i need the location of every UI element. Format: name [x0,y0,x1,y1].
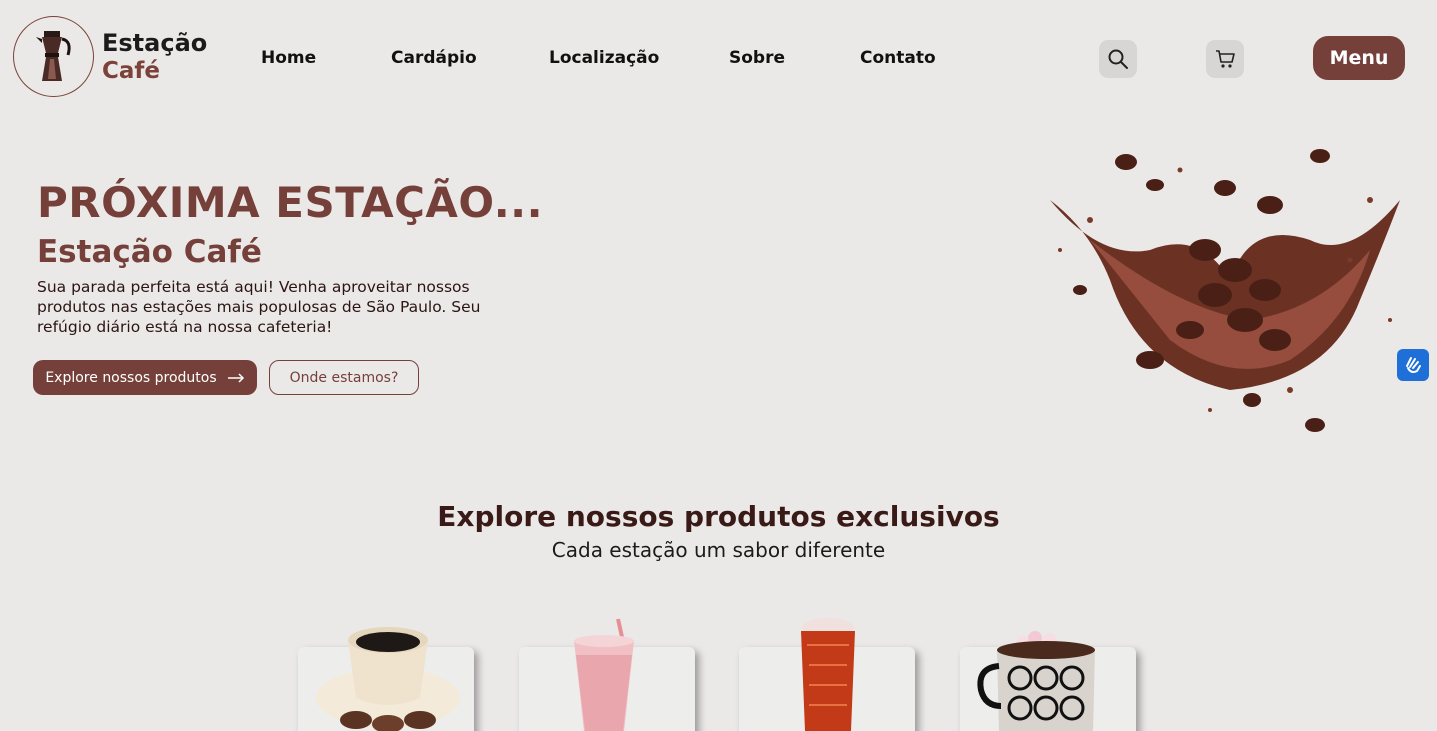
where-are-we-button[interactable]: Onde estamos? [269,360,419,395]
nav-link-sobre[interactable]: Sobre [729,48,785,68]
menu-button[interactable]: Menu [1313,36,1405,80]
search-button[interactable] [1099,40,1137,78]
coffee-splash-image [1050,149,1400,432]
nav-link-home[interactable]: Home [261,48,316,68]
sign-language-icon [1406,357,1421,373]
products-section-subtitle: Cada estação um sabor diferente [551,538,886,562]
explore-products-label: Explore nossos produtos [45,369,217,386]
cart-icon [1216,50,1235,68]
pink-milkshake-image [574,618,634,731]
nav-link-contato[interactable]: Contato [860,48,936,68]
brand-name-line1: Estação [102,28,208,57]
iced-red-drink-image [801,618,855,731]
products-section-title: Explore nossos produtos exclusivos [437,500,1000,533]
hero-title: PRÓXIMA ESTAÇÃO... [37,178,544,227]
brand-logo[interactable]: Estação Café [13,16,207,97]
cart-button[interactable] [1206,40,1244,78]
accessibility-button[interactable] [1397,349,1429,381]
hot-chocolate-mug-image [977,631,1095,731]
hero-description: Sua parada perfeita está aqui! Venha apr… [37,278,481,336]
explore-products-button[interactable]: Explore nossos produtos [33,360,257,395]
hero-subtitle: Estação Café [37,234,262,270]
arrow-right-icon [227,372,244,383]
logo-badge [13,16,94,97]
nav-link-cardapio[interactable]: Cardápio [391,48,477,68]
moka-pot-icon [35,30,71,81]
brand-name-line2: Café [102,57,161,84]
search-icon [1108,49,1128,69]
coffee-cup-with-cookies-image [316,627,460,731]
nav-link-localizacao[interactable]: Localização [549,48,659,68]
